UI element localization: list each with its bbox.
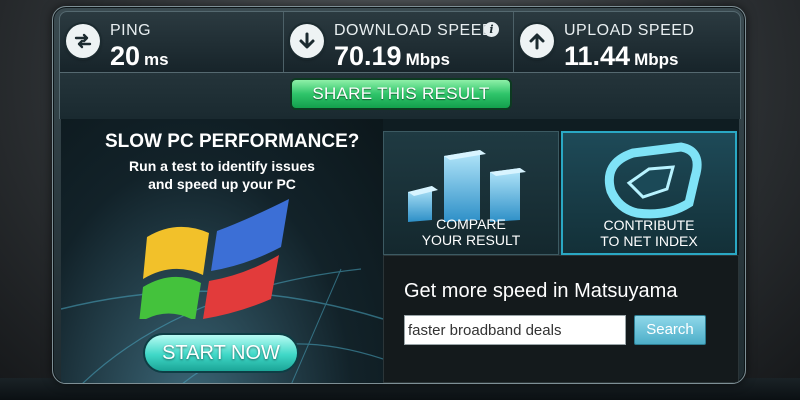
- contribute-label: CONTRIBUTE TO NET INDEX: [563, 217, 735, 249]
- ping-exchange-icon: [66, 24, 100, 58]
- upload-number: 11.44: [564, 41, 631, 71]
- contribute-line2: TO NET INDEX: [600, 233, 698, 249]
- upload-label: UPLOAD SPEED: [564, 22, 695, 39]
- info-icon[interactable]: i: [484, 22, 499, 37]
- upload-value: 11.44 Mbps: [564, 41, 678, 72]
- compare-result-tile[interactable]: COMPARE YOUR RESULT: [383, 131, 559, 255]
- compare-label: COMPARE YOUR RESULT: [384, 216, 558, 248]
- search-input[interactable]: [404, 315, 626, 345]
- stats-bar: PING 20 ms DOWNLOAD SPEED i 70.19 Mbps UPL…: [59, 11, 741, 73]
- ad-area: SLOW PC PERFORMANCE? Run a test to ident…: [61, 119, 739, 383]
- ping-unit: ms: [144, 50, 169, 69]
- start-now-button[interactable]: START NOW: [143, 333, 299, 373]
- share-row: SHARE THIS RESULT: [59, 73, 741, 119]
- download-unit: Mbps: [405, 50, 450, 69]
- upload-stat: UPLOAD SPEED 11.44 Mbps: [514, 12, 740, 72]
- net-index-icon: [604, 142, 702, 219]
- ad-desc-line1: Run a test to identify issues: [129, 158, 315, 174]
- broadband-search-panel: Get more speed in Matsuyama Search: [383, 255, 739, 383]
- contribute-net-index-tile[interactable]: CONTRIBUTE TO NET INDEX: [561, 131, 737, 255]
- ping-value: 20 ms: [110, 41, 169, 72]
- compare-line2: YOUR RESULT: [421, 232, 521, 248]
- download-number: 70.19: [334, 41, 402, 71]
- ad-description: Run a test to identify issues and speed …: [61, 157, 383, 193]
- pc-performance-ad[interactable]: SLOW PC PERFORMANCE? Run a test to ident…: [61, 119, 384, 383]
- download-stat: DOWNLOAD SPEED i 70.19 Mbps: [284, 12, 514, 72]
- windows-logo-icon: [139, 199, 289, 319]
- download-label: DOWNLOAD SPEED: [334, 22, 494, 39]
- ping-number: 20: [110, 41, 141, 71]
- download-arrow-icon: [290, 24, 324, 58]
- bar-chart-icon: [408, 150, 526, 222]
- search-button[interactable]: Search: [634, 315, 706, 345]
- search-title: Get more speed in Matsuyama: [404, 280, 678, 302]
- upload-arrow-icon: [520, 24, 554, 58]
- share-result-button[interactable]: SHARE THIS RESULT: [290, 78, 512, 110]
- ping-stat: PING 20 ms: [60, 12, 284, 72]
- download-value: 70.19 Mbps: [334, 41, 450, 72]
- speedtest-results-panel: PING 20 ms DOWNLOAD SPEED i 70.19 Mbps UPL…: [52, 6, 746, 384]
- contribute-line1: CONTRIBUTE: [603, 217, 695, 233]
- compare-line1: COMPARE: [436, 216, 506, 232]
- ad-title: SLOW PC PERFORMANCE?: [105, 131, 360, 152]
- ping-label: PING: [110, 22, 152, 39]
- upload-unit: Mbps: [634, 50, 679, 69]
